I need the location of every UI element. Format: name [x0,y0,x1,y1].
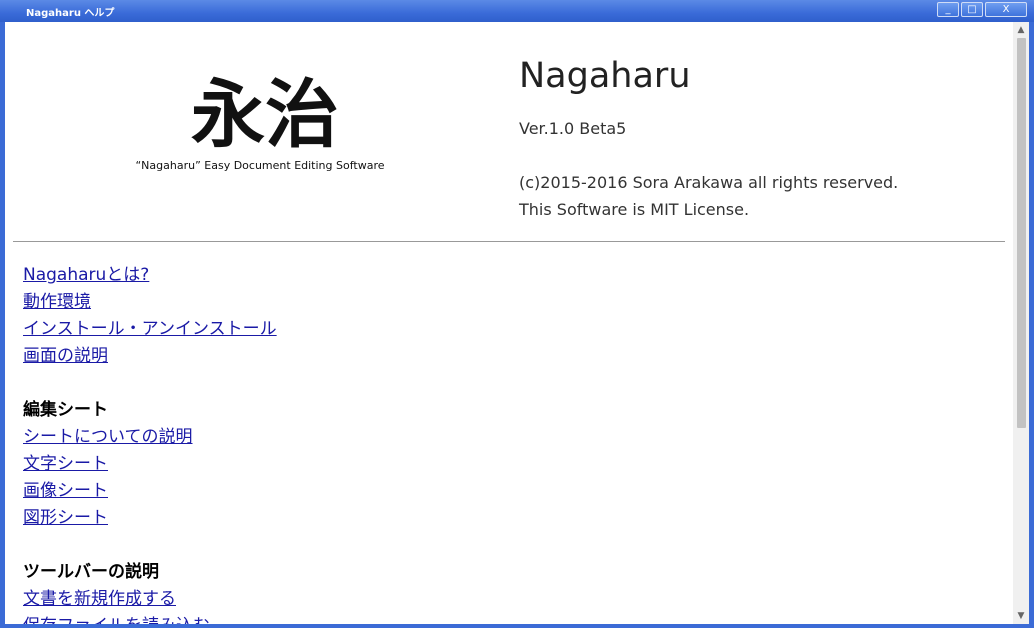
copyright-text: (c)2015-2016 Sora Arakawa all rights res… [519,173,899,192]
nagaharu-logo: 永治 [191,72,339,152]
app-name: Nagaharu [519,56,691,96]
help-window: Nagaharu ヘルプ _ □ X 永治 “Nagaharu” Easy Do… [0,0,1034,628]
link-about[interactable]: Nagaharuとは? [23,264,277,291]
window-title: Nagaharu ヘルプ [26,8,115,19]
heading-edit-sheet: 編集シート [23,400,108,420]
minimize-icon: _ [945,4,951,15]
link-image-sheet[interactable]: 画像シート [23,480,277,507]
link-screen[interactable]: 画面の説明 [23,345,277,372]
minimize-button[interactable]: _ [937,2,959,17]
link-open-file[interactable]: 保存ファイルを読み込む [23,615,277,624]
logo-caption: “Nagaharu” Easy Document Editing Softwar… [135,159,385,172]
help-nav: Nagaharuとは? 動作環境 インストール・アンインストール 画面の説明 編… [23,264,277,624]
vertical-scrollbar[interactable]: ▲ ▼ [1013,22,1029,624]
maximize-icon: □ [967,4,977,15]
license-text: This Software is MIT License. [519,200,750,219]
version-text: Ver.1.0 Beta5 [519,119,627,138]
logo-text: 永治 [191,72,339,152]
scroll-down-icon[interactable]: ▼ [1013,608,1029,624]
link-new-doc[interactable]: 文書を新規作成する [23,588,277,615]
link-requirements[interactable]: 動作環境 [23,291,277,318]
divider [13,241,1005,242]
scroll-up-icon[interactable]: ▲ [1013,22,1029,38]
help-content: 永治 “Nagaharu” Easy Document Editing Soft… [5,22,1029,624]
close-button[interactable]: X [985,2,1027,17]
title-bar[interactable]: Nagaharu ヘルプ _ □ X [0,0,1034,22]
heading-toolbar: ツールバーの説明 [23,562,159,582]
link-sheet-about[interactable]: シートについての説明 [23,426,277,453]
maximize-button[interactable]: □ [961,2,983,17]
link-install[interactable]: インストール・アンインストール [23,318,277,345]
close-icon: X [1002,4,1010,15]
link-shape-sheet[interactable]: 図形シート [23,507,277,534]
link-text-sheet[interactable]: 文字シート [23,453,277,480]
scroll-thumb[interactable] [1017,38,1026,428]
